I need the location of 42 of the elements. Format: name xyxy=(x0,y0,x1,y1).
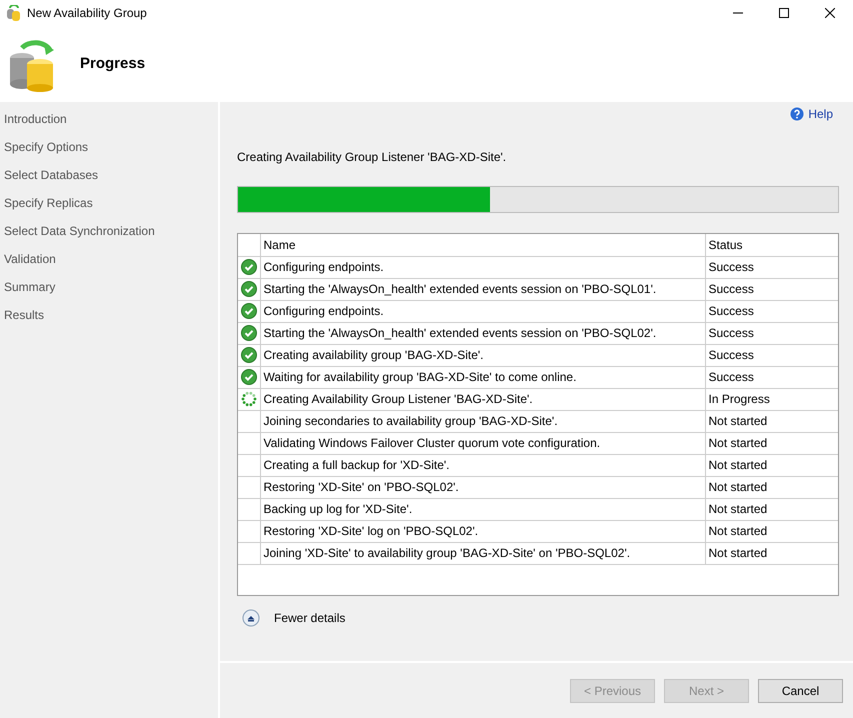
sidebar-item[interactable]: Results xyxy=(0,306,218,334)
table-cell: Configuring endpoints. xyxy=(260,300,705,322)
column-header[interactable]: Status xyxy=(705,234,838,256)
status-message: Creating Availability Group Listener 'BAG-XD-Site'. xyxy=(237,150,508,164)
check-circle-icon xyxy=(240,369,257,385)
sidebar-item[interactable]: Introduction xyxy=(0,110,218,138)
table-cell: Creating availability group 'BAG-XD-Site'. xyxy=(260,344,705,366)
sidebar-item[interactable]: Specify Replicas xyxy=(0,194,218,222)
table-cell: Validating Windows Failover Cluster quorum vote configuration. xyxy=(260,432,705,454)
sidebar-item[interactable]: Select Databases xyxy=(0,166,218,194)
column-header[interactable]: Name xyxy=(260,234,705,256)
table-cell: Creating Availability Group Listener 'BAG-XD-Site'. xyxy=(260,388,705,410)
table-cell: Joining 'XD-Site' to availability group 'BAG-XD-Site' on 'PBO-SQL02'. xyxy=(260,542,705,564)
maximize-icon[interactable] xyxy=(779,8,789,18)
help-icon[interactable] xyxy=(790,107,804,121)
check-circle-icon xyxy=(240,259,257,275)
close-icon[interactable] xyxy=(825,8,835,18)
table-cell: Starting the 'AlwaysOn_health' extended events session on 'PBO-SQL02'. xyxy=(260,322,705,344)
page-title: Progress xyxy=(80,55,146,72)
sidebar-item[interactable]: Select Data Synchronization xyxy=(0,222,218,250)
details-toggle-label[interactable]: Fewer details xyxy=(274,611,346,625)
table-cell: Restoring 'XD-Site' log on 'PBO-SQL02'. xyxy=(260,520,705,542)
table-cell: Configuring endpoints. xyxy=(260,256,705,278)
window-title: New Availability Group xyxy=(27,6,147,20)
collapse-icon[interactable] xyxy=(242,609,260,627)
check-circle-icon xyxy=(240,325,257,341)
sidebar-item[interactable]: Summary xyxy=(0,278,218,306)
table-cell: Creating a full backup for 'XD-Site'. xyxy=(260,454,705,476)
wizard-button[interactable]: Cancel xyxy=(758,678,843,702)
help-link[interactable]: Help xyxy=(790,107,833,121)
sidebar-item[interactable]: Specify Options xyxy=(0,138,218,166)
sidebar-item[interactable]: Validation xyxy=(0,250,218,278)
check-circle-icon xyxy=(240,303,257,319)
table-cell: Waiting for availability group 'BAG-XD-Site' to come online. xyxy=(260,366,705,388)
table-cell: Backing up log for 'XD-Site'. xyxy=(260,498,705,520)
check-circle-icon xyxy=(240,347,257,363)
database-icon xyxy=(6,4,22,20)
check-circle-icon xyxy=(240,281,257,297)
table-cell: Restoring 'XD-Site' on 'PBO-SQL02'. xyxy=(260,476,705,498)
table-cell: Starting the 'AlwaysOn_health' extended events session on 'PBO-SQL01'. xyxy=(260,278,705,300)
table-cell: Joining secondaries to availability group 'BAG-XD-Site'. xyxy=(260,410,705,432)
spinner-icon xyxy=(240,391,257,407)
